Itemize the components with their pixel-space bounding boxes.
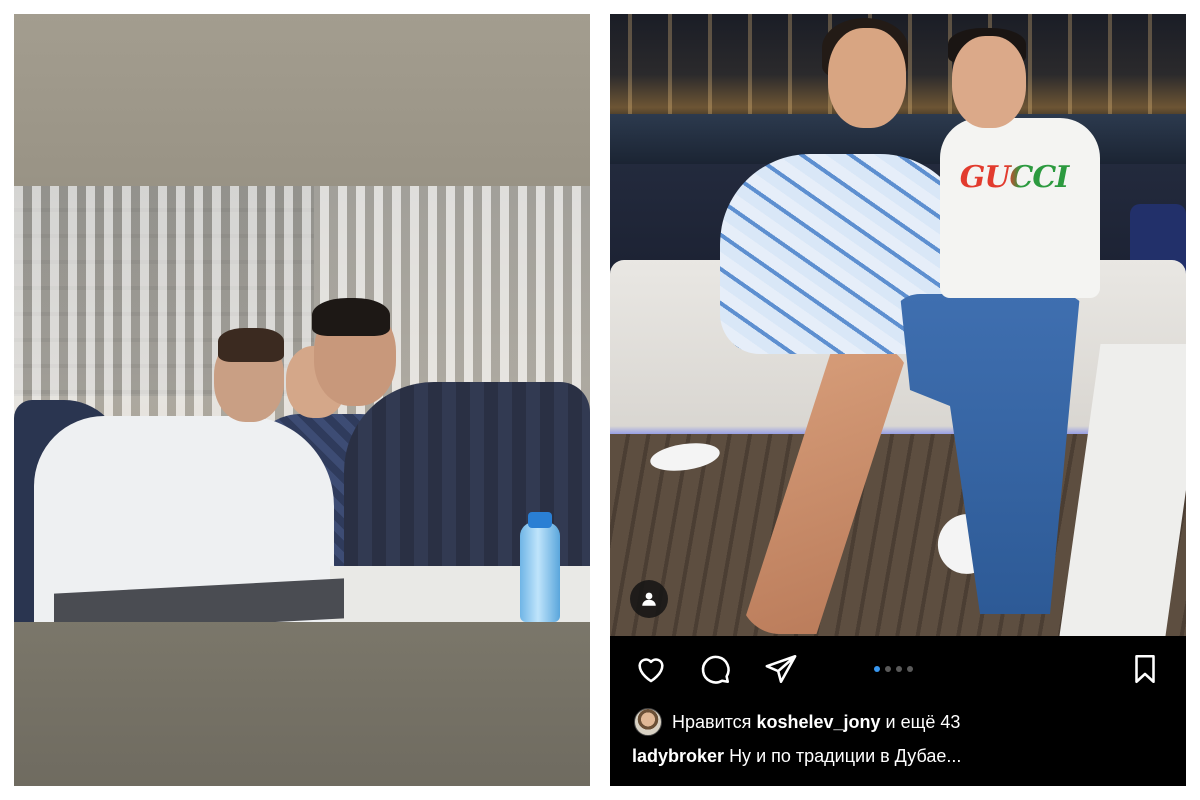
water-bottle [520,522,560,622]
post-image[interactable]: GUCCI [610,14,1186,636]
like-button[interactable] [634,652,668,686]
caption-username[interactable]: ladybroker [632,746,724,766]
tagged-users-button[interactable] [630,580,668,618]
man-head [952,36,1026,128]
carousel-dot [874,666,880,672]
woman-head [828,28,906,128]
heart-icon [638,658,664,683]
user-icon [642,592,656,606]
shirt-logo: GUCCI [954,160,1074,195]
liker-username[interactable]: koshelev_jony [756,712,880,732]
comment-icon [701,655,730,684]
office-photo [14,186,590,622]
avatar[interactable] [634,708,662,736]
send-icon [765,654,797,684]
save-button[interactable] [1128,652,1162,686]
carousel-dot [907,666,913,672]
person-left-hair [218,328,284,362]
instagram-post: GUCCI Нравится koshelev_jony и ещё 43 la… [610,14,1186,786]
post-caption: ladybroker Ну и по традиции в Дубае... [632,746,961,767]
bookmark-icon [1135,654,1155,684]
likes-prefix: Нравится [672,711,752,732]
comment-button[interactable] [698,652,732,686]
post-action-bar [610,636,1186,700]
water-bottle-cap [528,512,552,528]
carousel-dot [896,666,902,672]
man-shirt [940,118,1100,298]
story-panel [14,14,590,786]
carousel-dot [885,666,891,672]
carousel-indicator [874,666,913,672]
likes-text: Нравится koshelev_jony и ещё 43 [672,712,960,733]
caption-text[interactable]: Ну и по традиции в Дубае... [729,746,961,766]
likes-suffix[interactable]: и ещё 43 [886,712,961,732]
share-button[interactable] [764,652,798,686]
person-right-hair [312,298,390,336]
likes-row[interactable]: Нравится koshelev_jony и ещё 43 [634,708,960,736]
